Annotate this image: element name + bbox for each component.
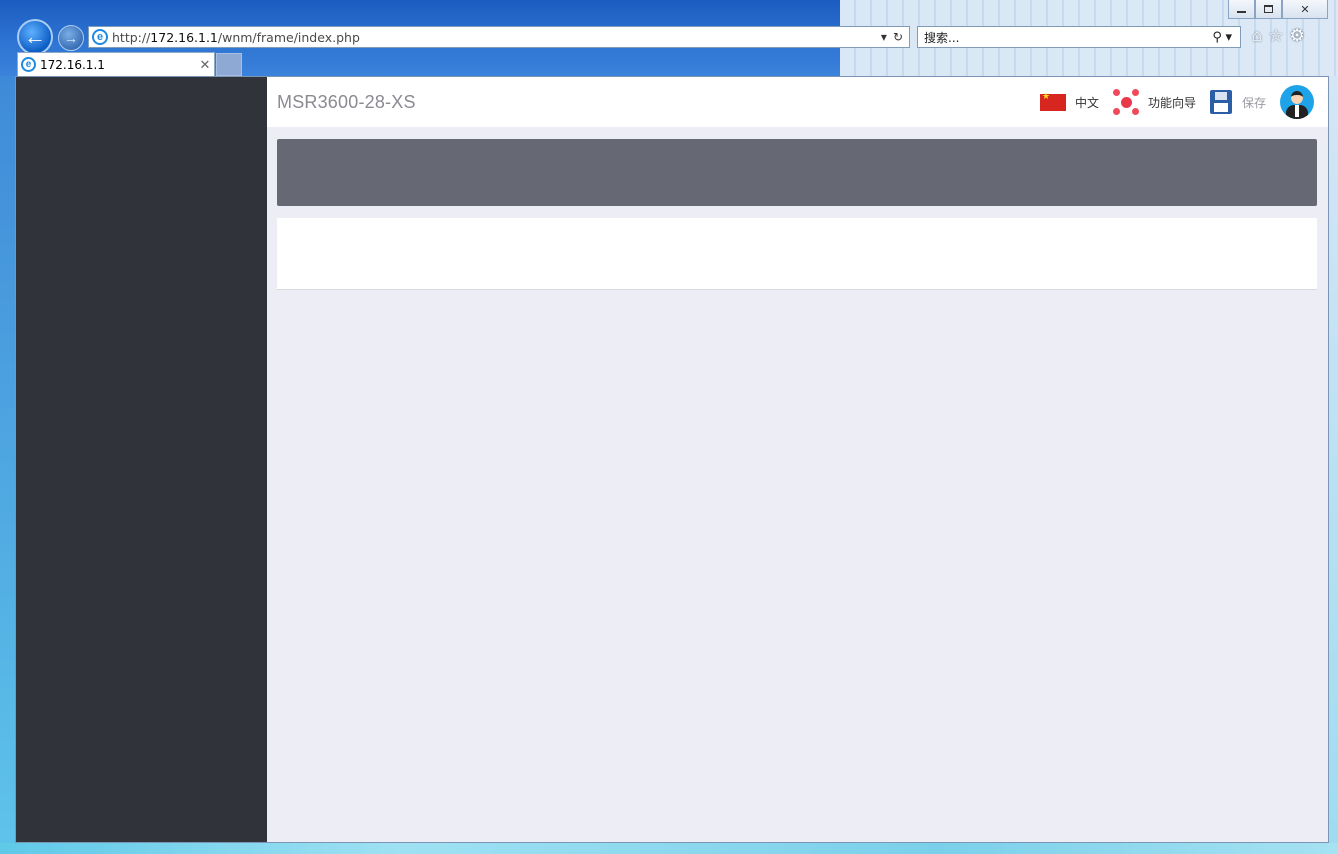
wizard-button[interactable]: 功能向导	[1112, 89, 1196, 115]
page-title: MSR3600-28-XS	[277, 91, 416, 112]
search-icon[interactable]: ⚲ ▾	[1212, 29, 1240, 45]
wizard-label: 功能向导	[1147, 95, 1196, 110]
app-header: MSR3600-28-XS 中文 功能向导 保存	[267, 77, 1328, 127]
avatar[interactable]	[1280, 85, 1314, 119]
maximize-button[interactable]	[1255, 0, 1282, 19]
back-button[interactable]: ←	[17, 19, 53, 55]
window-controls: ✕	[1228, 0, 1328, 20]
wizard-network-icon	[1112, 89, 1139, 115]
maximize-icon	[1264, 5, 1273, 13]
home-icon[interactable]: ⌂	[1252, 26, 1262, 46]
china-flag-icon	[1039, 92, 1066, 111]
arrow-right-icon: →	[64, 30, 78, 46]
url-path: /wnm/frame/index.php	[217, 29, 360, 45]
arrow-left-icon: ←	[24, 24, 46, 49]
url-host: 172.16.1.1	[150, 29, 218, 45]
minimize-button[interactable]	[1228, 0, 1255, 19]
content-card	[277, 218, 1317, 290]
window-frame-right	[1329, 76, 1338, 843]
dropdown-arrow-icon[interactable]: ▾	[881, 30, 887, 44]
save-button[interactable]: 保存	[1209, 90, 1266, 114]
url-prefix: http://	[112, 29, 151, 45]
ie-icon: e	[92, 29, 108, 45]
tab-close-icon[interactable]: ✕	[196, 57, 214, 73]
tab-title: 172.16.1.1	[40, 57, 105, 72]
url-text[interactable]: http://172.16.1.1/wnm/frame/index.php	[112, 30, 881, 45]
floppy-disk-icon	[1209, 90, 1232, 114]
search-input[interactable]: 搜索...	[924, 29, 1212, 46]
window-frame-left	[0, 76, 15, 843]
main-area: MSR3600-28-XS 中文 功能向导 保存	[267, 77, 1328, 842]
refresh-icon[interactable]: ↻	[893, 30, 903, 44]
new-tab-button[interactable]	[216, 53, 242, 76]
minimize-icon	[1237, 11, 1246, 13]
browser-toolbar-icons: ⌂ ☆ ⚙	[1252, 26, 1305, 46]
window-frame-bottom	[0, 843, 1338, 854]
tab-ie-icon: e	[21, 57, 36, 72]
forward-button[interactable]: →	[58, 25, 84, 51]
search-box[interactable]: 搜索... ⚲ ▾	[917, 26, 1241, 48]
gear-icon[interactable]: ⚙	[1290, 26, 1305, 46]
browser-tab[interactable]: e 172.16.1.1 ✕	[17, 52, 215, 76]
language-switch[interactable]: 中文	[1039, 92, 1099, 111]
favorites-star-icon[interactable]: ☆	[1268, 26, 1283, 46]
address-bar[interactable]: e http://172.16.1.1/wnm/frame/index.php …	[88, 26, 910, 48]
sidebar	[16, 77, 267, 842]
language-label: 中文	[1074, 95, 1099, 110]
save-label: 保存	[1241, 95, 1266, 110]
page-viewport: MSR3600-28-XS 中文 功能向导 保存	[15, 76, 1329, 843]
page-banner	[277, 139, 1317, 206]
address-tools: ▾ ↻	[881, 30, 909, 44]
close-icon: ✕	[1300, 3, 1310, 16]
close-window-button[interactable]: ✕	[1282, 0, 1328, 19]
